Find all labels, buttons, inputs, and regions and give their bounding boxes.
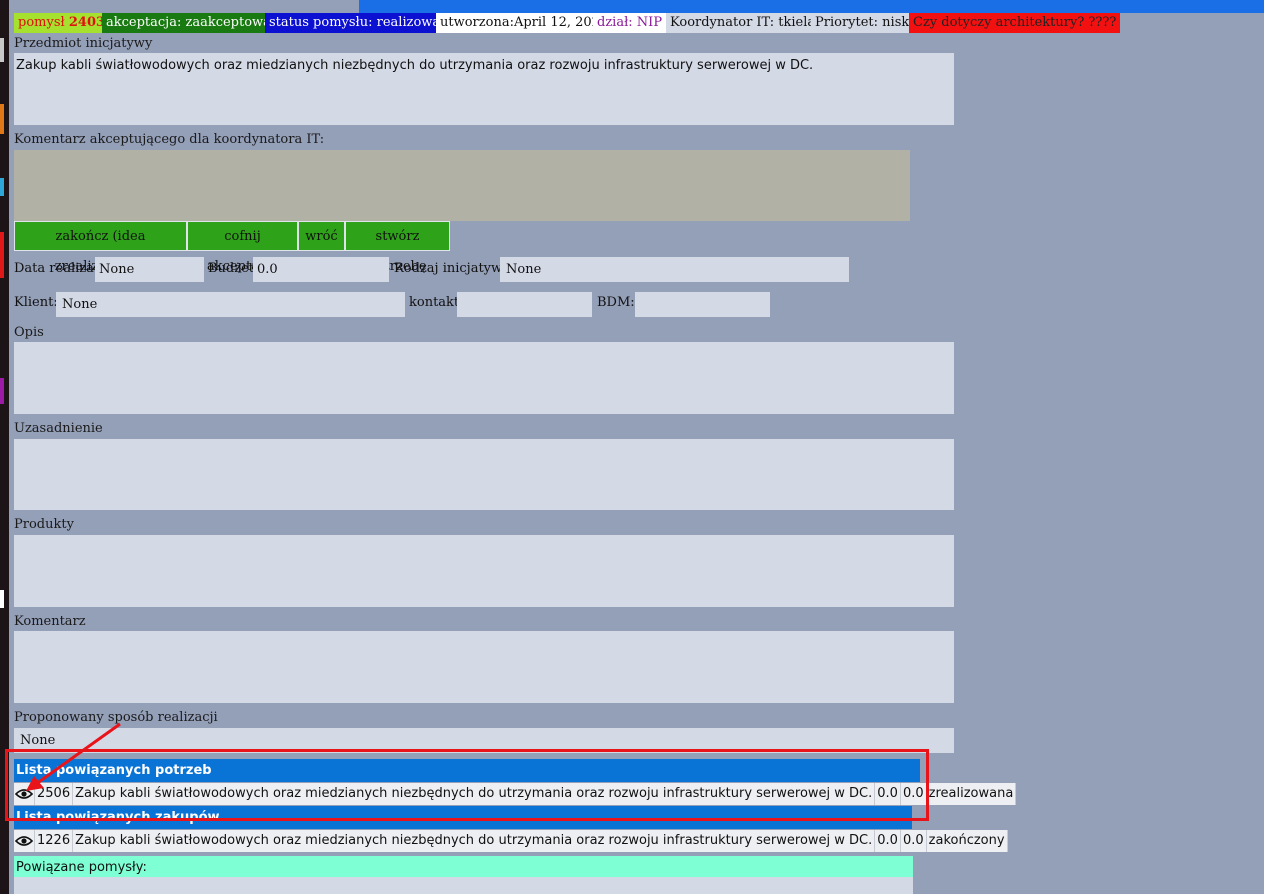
idea-number-badge: pomysł 2403 bbox=[14, 13, 110, 33]
purchase-id[interactable]: 1226 bbox=[35, 830, 74, 852]
idea-label: pomysł bbox=[18, 15, 65, 30]
contact-input[interactable] bbox=[457, 292, 592, 317]
description-label: Opis bbox=[14, 325, 44, 340]
back-button[interactable]: wróć bbox=[298, 221, 345, 251]
revoke-acceptance-button[interactable]: cofnij akceptację bbox=[187, 221, 298, 274]
products-label: Produkty bbox=[14, 517, 74, 532]
eye-icon bbox=[15, 789, 33, 799]
needs-list-header: Lista powiązanych potrzeb bbox=[14, 759, 920, 782]
table-row: 1226 Zakup kabli światłowodowych oraz mi… bbox=[14, 830, 1008, 852]
comment-label: Komentarz bbox=[14, 614, 86, 629]
finish-idea-button[interactable]: zakończ (idea zrealizowana) bbox=[14, 221, 187, 274]
table-row: 2506 Zakup kabli światłowodowych oraz mi… bbox=[14, 783, 1017, 805]
need-status: zrealizowana bbox=[926, 783, 1017, 805]
bdm-label: BDM: bbox=[597, 295, 635, 310]
products-textarea[interactable] bbox=[14, 535, 954, 607]
client-label: Klient: bbox=[14, 295, 58, 310]
created-date-badge: utworzona:April 12, 2024 bbox=[436, 13, 613, 33]
purchase-status: zakończony bbox=[926, 830, 1008, 852]
priority-badge: Priorytet: niski bbox=[811, 13, 918, 33]
status-badge: status pomysłu: realizowana bbox=[265, 13, 461, 33]
purchase-value-a: 0.0 bbox=[875, 830, 901, 852]
architecture-badge[interactable]: Czy dotyczy architektury? ???? bbox=[909, 13, 1121, 33]
proposed-realization-label: Proponowany sposób realizacji bbox=[14, 710, 218, 725]
top-bar-strip bbox=[359, 0, 1264, 13]
initiative-type-label: Rodzaj inicjatywy: bbox=[394, 261, 514, 276]
eye-icon bbox=[15, 836, 33, 846]
coordinator-comment-label: Komentarz akceptującego dla koordynatora… bbox=[14, 132, 325, 147]
purchase-description: Zakup kabli światłowodowych oraz miedzia… bbox=[73, 830, 876, 852]
view-purchase-button[interactable] bbox=[14, 830, 35, 852]
related-ideas-field[interactable] bbox=[14, 877, 913, 894]
budget-input[interactable]: 0.0 bbox=[253, 257, 389, 282]
purchases-list-header: Lista powiązanych zakupów bbox=[14, 806, 912, 829]
proposed-realization-input[interactable]: None bbox=[14, 728, 954, 753]
description-textarea[interactable] bbox=[14, 342, 954, 414]
coordinator-badge: Koordynator IT: tkielak bbox=[666, 13, 828, 33]
related-ideas-label: Powiązane pomysły: bbox=[16, 860, 147, 875]
subject-textarea[interactable]: Zakup kabli światłowodowych oraz miedzia… bbox=[14, 53, 954, 125]
bdm-input[interactable] bbox=[635, 292, 770, 317]
department-badge: dział: NIP bbox=[593, 13, 667, 33]
desktop-dock-edge bbox=[0, 0, 9, 894]
need-description: Zakup kabli światłowodowych oraz miedzia… bbox=[73, 783, 876, 805]
need-value-a: 0.0 bbox=[875, 783, 901, 805]
coordinator-comment-textarea[interactable] bbox=[14, 150, 910, 221]
need-value-b: 0.0 bbox=[900, 783, 927, 805]
justification-textarea[interactable] bbox=[14, 439, 954, 510]
subject-label: Przedmiot inicjatywy bbox=[14, 36, 153, 51]
acceptance-badge: akceptacja: zaakceptowana bbox=[102, 13, 292, 33]
client-input[interactable]: None bbox=[56, 292, 405, 317]
subject-text: Zakup kabli światłowodowych oraz miedzia… bbox=[16, 58, 814, 73]
realization-date-input[interactable]: None bbox=[95, 257, 204, 282]
budget-label: Budżet: bbox=[208, 261, 259, 276]
idea-number: 2403 bbox=[68, 15, 106, 30]
create-need-button[interactable]: stwórz potrzebę bbox=[345, 221, 450, 274]
initiative-type-input[interactable]: None bbox=[500, 257, 849, 282]
purchase-value-b: 0.0 bbox=[900, 830, 927, 852]
comment-textarea[interactable] bbox=[14, 631, 954, 703]
related-ideas-panel: Powiązane pomysły: bbox=[14, 856, 913, 894]
view-need-button[interactable] bbox=[14, 783, 35, 805]
need-id[interactable]: 2506 bbox=[35, 783, 74, 805]
justification-label: Uzasadnienie bbox=[14, 421, 103, 436]
contact-label: kontakt: bbox=[409, 295, 464, 310]
